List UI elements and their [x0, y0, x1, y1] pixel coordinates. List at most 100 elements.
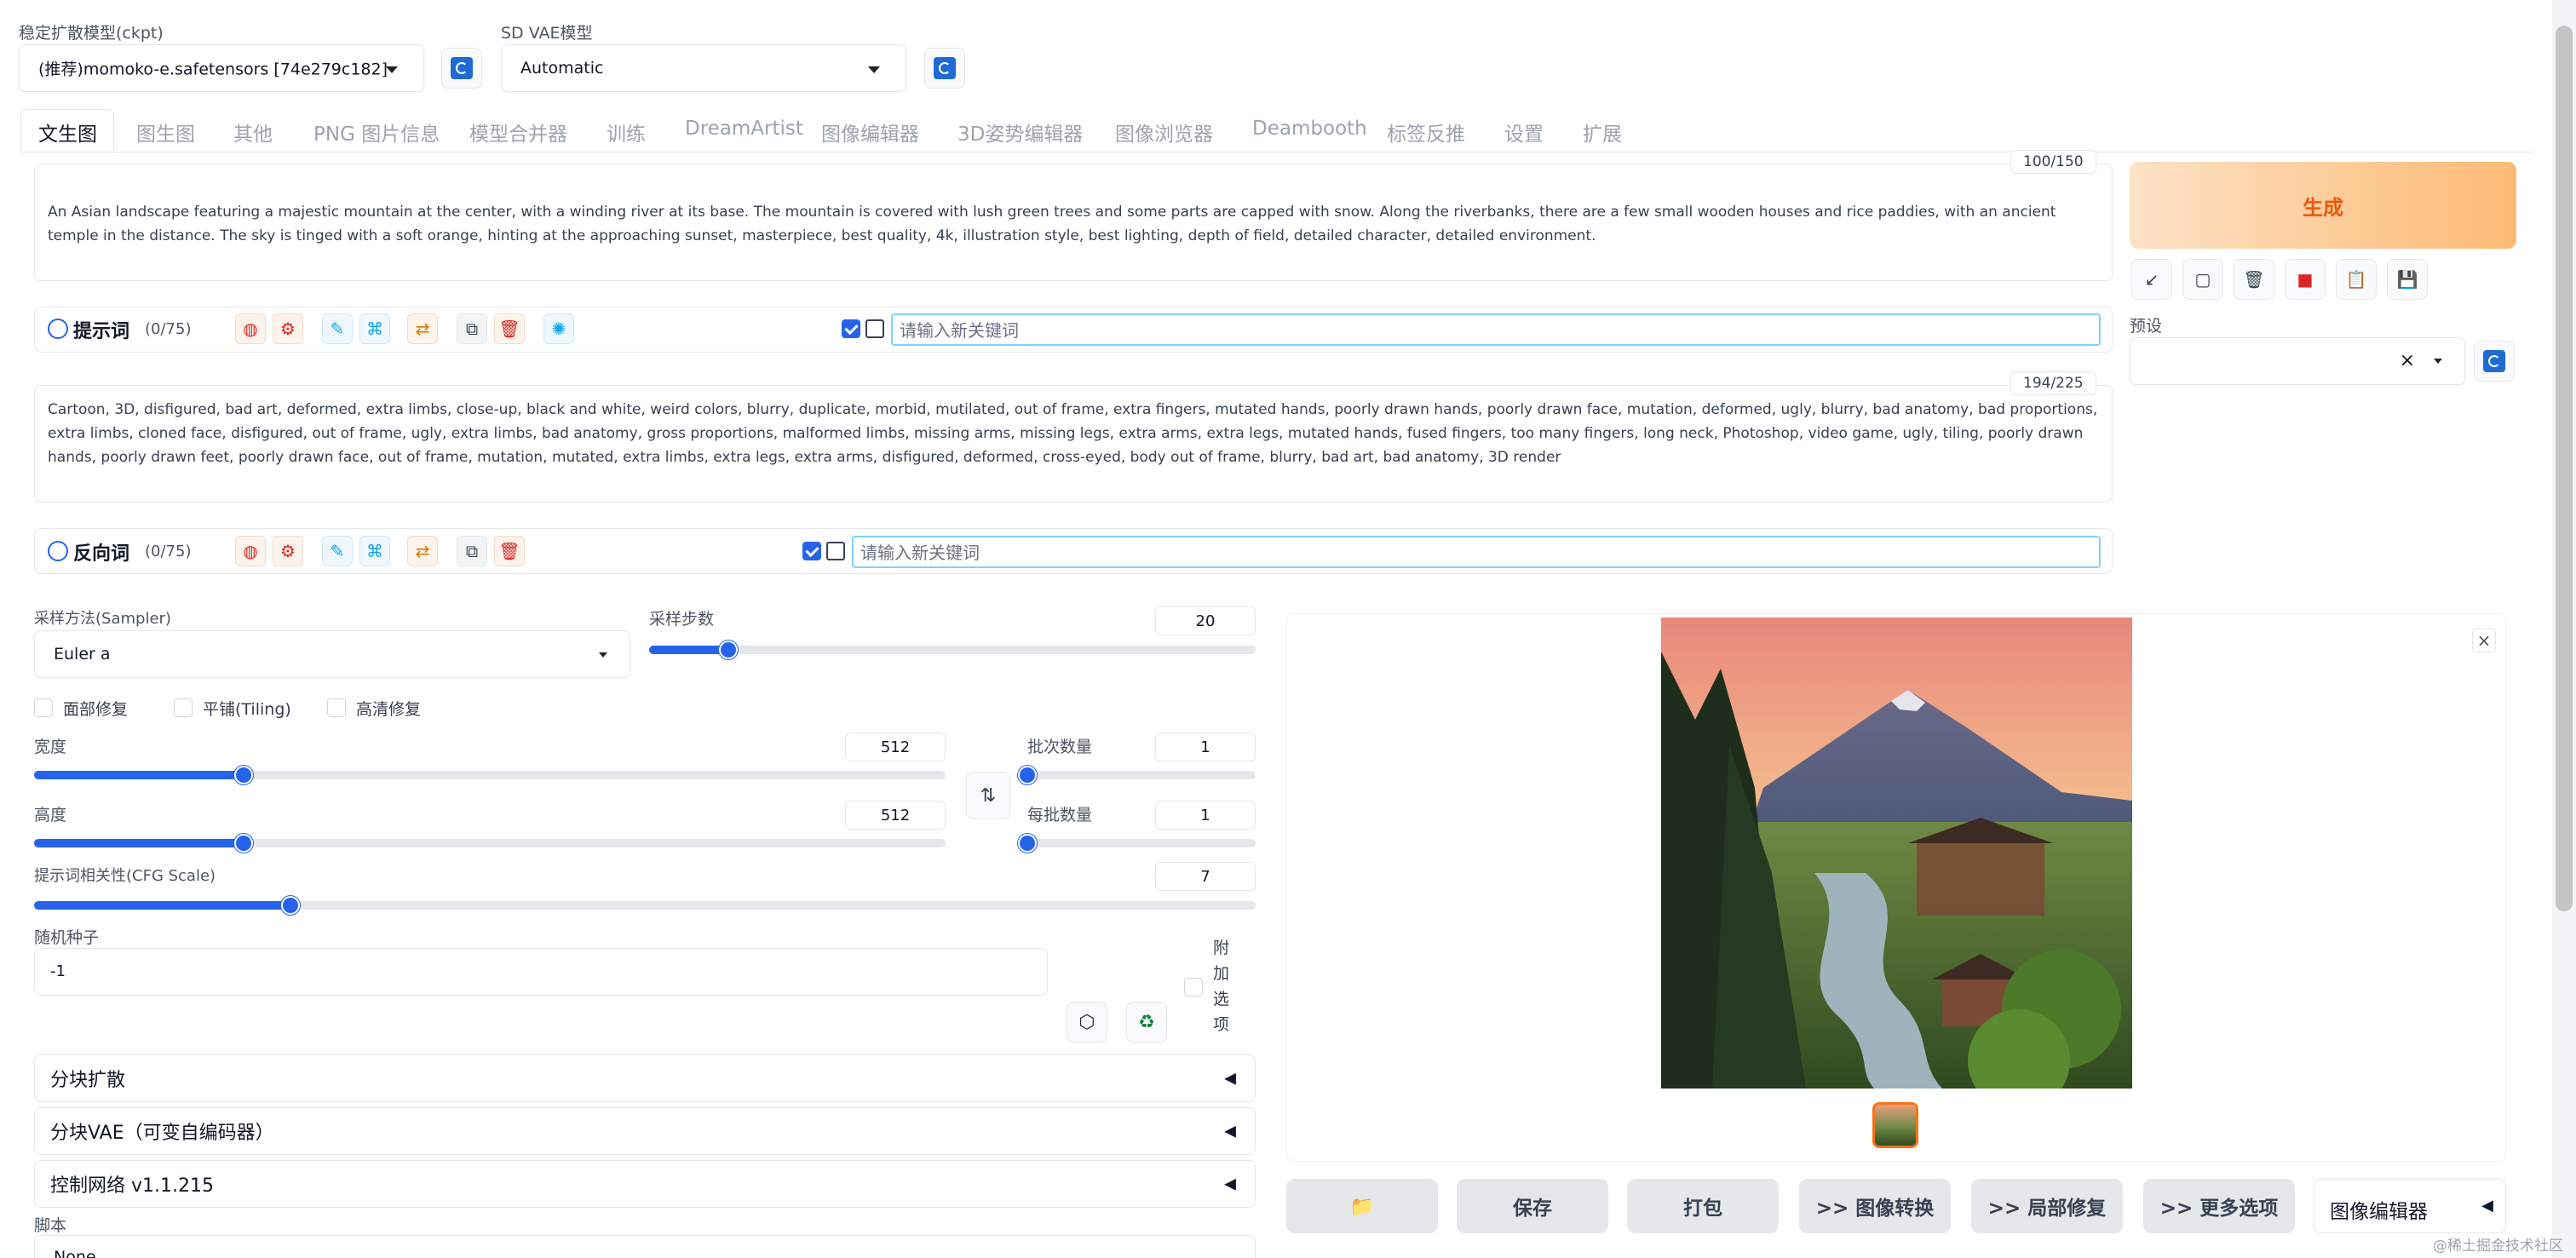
close-icon[interactable]: × — [2472, 629, 2496, 652]
switch-icon[interactable]: ⇄ — [407, 313, 438, 344]
face-restore-checkbox[interactable] — [34, 698, 53, 717]
batch-count-input[interactable]: 1 — [1155, 732, 1256, 761]
hires-fix-checkbox[interactable] — [327, 698, 346, 717]
controlnet-accordion[interactable]: 控制网络 v1.1.215 ◀ — [34, 1160, 1256, 1208]
tab-merger[interactable]: 模型合并器 — [469, 118, 567, 146]
batch-count-slider[interactable] — [1027, 771, 1256, 779]
copy-icon[interactable]: ⧉ — [457, 313, 487, 344]
chevron-down-icon — [386, 66, 398, 73]
settings-icon[interactable]: ⚙ — [273, 536, 303, 566]
height-input[interactable]: 512 — [845, 801, 946, 830]
image-editor-accordion[interactable]: 图像编辑器 ◀ — [2314, 1179, 2506, 1233]
ai-icon[interactable]: ✺ — [543, 313, 574, 344]
tab-settings[interactable]: 设置 — [1504, 118, 1544, 146]
tab-dreamartist[interactable]: DreamArtist — [685, 118, 803, 140]
tab-png-info[interactable]: PNG 图片信息 — [313, 118, 440, 146]
preset-refresh-button[interactable] — [2474, 341, 2515, 382]
bookmark-icon[interactable]: ⌘ — [359, 536, 390, 566]
tab-tagger[interactable]: 标签反推 — [1387, 118, 1465, 146]
seed-input[interactable]: -1 — [34, 948, 1048, 996]
negative-enable-checkbox[interactable] — [802, 542, 821, 560]
copy-icon[interactable]: ⧉ — [457, 536, 487, 566]
generate-button[interactable]: 生成 — [2130, 162, 2516, 249]
batch-count-slider-handle[interactable] — [1018, 766, 1037, 784]
open-folder-button[interactable]: 📁 — [1286, 1179, 1438, 1233]
prompt-enable-checkbox[interactable] — [842, 319, 860, 338]
send-to-inpaint-button[interactable]: >> 局部修复 — [1971, 1179, 2123, 1233]
tiling-label: 平铺(Tiling) — [203, 700, 291, 719]
cfg-slider-handle[interactable] — [281, 896, 301, 915]
steps-input[interactable]: 20 — [1155, 606, 1256, 635]
bookmark-icon[interactable]: ⌘ — [359, 313, 390, 344]
panel-toggle-icon[interactable] — [826, 542, 845, 560]
folder-icon: 📁 — [1349, 1195, 1375, 1218]
ckpt-select[interactable]: (推荐)momoko-e.safetensors [74e279c182] — [19, 44, 424, 92]
script-label: 脚本 — [34, 1216, 67, 1235]
steps-slider[interactable] — [649, 646, 1256, 654]
settings-icon[interactable]: ⚙ — [273, 313, 303, 344]
steps-slider-handle[interactable] — [718, 640, 738, 659]
tab-deambooth[interactable]: Deambooth — [1252, 118, 1367, 140]
width-input[interactable]: 512 — [845, 732, 946, 761]
tab-train[interactable]: 训练 — [607, 118, 646, 146]
clipboard-icon[interactable]: 📋 — [2336, 259, 2377, 300]
edit-icon[interactable]: ✎ — [322, 536, 353, 566]
send-to-img2img-button[interactable]: >> 图像转换 — [1799, 1179, 1951, 1233]
clear-prompt-button[interactable]: ▢ — [2182, 259, 2223, 300]
translate-icon[interactable]: ◍ — [235, 536, 266, 566]
scrollbar[interactable] — [2552, 0, 2576, 1258]
panel-toggle-icon[interactable] — [865, 319, 884, 338]
sampler-select[interactable]: Euler a — [34, 630, 630, 678]
tab-image-editor[interactable]: 图像编辑器 — [821, 118, 919, 146]
trash-icon[interactable]: 🗑 — [494, 536, 525, 566]
save-button[interactable]: 保存 — [1457, 1179, 1608, 1233]
generated-image[interactable] — [1661, 618, 2132, 1089]
tab-img2img[interactable]: 图生图 — [136, 118, 195, 146]
recycle-icon[interactable]: ♻ — [1126, 1002, 1167, 1043]
vae-select[interactable]: Automatic — [501, 44, 906, 92]
tab-extras[interactable]: 其他 — [233, 118, 273, 146]
prompt-textarea[interactable]: An Asian landscape featuring a majestic … — [34, 164, 2113, 281]
zip-button[interactable]: 打包 — [1627, 1179, 1779, 1233]
tab-txt2img[interactable]: 文生图 — [38, 118, 97, 146]
translate-icon[interactable]: ◍ — [235, 313, 266, 344]
swap-dimensions-button[interactable]: ⇅ — [966, 772, 1010, 819]
landscape-image — [1661, 618, 2132, 1089]
script-select[interactable]: None — [34, 1235, 1256, 1258]
read-params-button[interactable]: ↙ — [2131, 259, 2172, 300]
tab-3d-pose[interactable]: 3D姿势编辑器 — [957, 118, 1083, 146]
ckpt-refresh-button[interactable] — [441, 48, 482, 89]
save-style-icon[interactable]: 💾 — [2387, 259, 2428, 300]
scrollbar-thumb[interactable] — [2556, 26, 2573, 911]
collapse-icon[interactable] — [48, 541, 68, 561]
width-slider-handle[interactable] — [234, 766, 254, 784]
batch-size-slider[interactable] — [1027, 839, 1256, 847]
tiled-vae-accordion[interactable]: 分块VAE（可变自编码器） ◀ — [34, 1107, 1256, 1155]
negative-prompt-textarea[interactable]: Cartoon, 3D, disfigured, bad art, deform… — [34, 385, 2113, 503]
watermark: @稀土掘金技术社区 — [2433, 1238, 2563, 1255]
style-icon[interactable]: ■ — [2285, 259, 2326, 300]
trash-icon[interactable]: 🗑 — [494, 313, 525, 344]
batch-size-slider-handle[interactable] — [1018, 834, 1037, 853]
vae-refresh-button[interactable] — [924, 48, 965, 89]
collapse-icon[interactable] — [48, 319, 68, 339]
batch-size-input[interactable]: 1 — [1155, 801, 1256, 830]
height-slider-handle[interactable] — [234, 834, 254, 853]
tiling-checkbox[interactable] — [174, 698, 193, 717]
extra-options-checkbox[interactable] — [1184, 978, 1203, 997]
random-dice-icon[interactable]: ⬡ — [1067, 1002, 1107, 1043]
tab-image-browser[interactable]: 图像浏览器 — [1115, 118, 1213, 146]
cfg-input[interactable]: 7 — [1155, 862, 1256, 891]
preset-select[interactable]: × — [2130, 337, 2465, 385]
prompt-keyword-input[interactable]: 请输入新关键词 — [891, 313, 2101, 346]
thumbnail-image[interactable] — [1872, 1102, 1918, 1148]
tab-extensions[interactable]: 扩展 — [1583, 118, 1622, 146]
clear-icon[interactable]: × — [2400, 350, 2415, 371]
more-options-button[interactable]: >> 更多选项 — [2143, 1179, 2295, 1233]
negative-keyword-input[interactable]: 请输入新关键词 — [852, 536, 2101, 568]
trash-icon[interactable]: 🗑 — [2234, 259, 2274, 300]
tiled-diffusion-accordion[interactable]: 分块扩散 ◀ — [34, 1054, 1256, 1102]
switch-icon[interactable]: ⇄ — [407, 536, 438, 566]
edit-icon[interactable]: ✎ — [322, 313, 353, 344]
sampler-value: Euler a — [54, 645, 111, 663]
